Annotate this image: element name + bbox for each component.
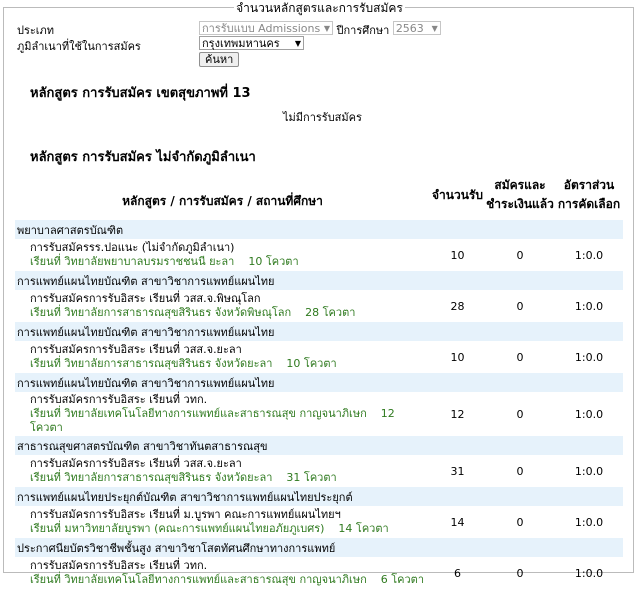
type-select[interactable]: การรับแบบ Admissions ▼ [199,21,333,35]
header-ratio: อัตราส่วนการคัดเลือก [557,178,621,211]
table-group-row: การแพทย์แผนไทยบัณฑิต สาขาวิชาการแพทย์แผน… [15,271,623,290]
program-group-label: การแพทย์แผนไทยบัณฑิต สาขาวิชาการแพทย์แผน… [15,322,623,341]
applied-value: 0 [516,407,524,421]
chevron-down-icon: ▼ [294,39,301,48]
region-select[interactable]: กรุงเทพมหานคร ▼ [199,36,304,50]
ratio-value: 1:0.0 [574,515,604,529]
admission-name: การรับสมัครรร.ปอแนะ (ไม่จำกัดภูมิลำเนา) [30,241,235,254]
table-group-row: พยาบาลศาสตรบัณฑิต [15,220,623,239]
ratio-value: 1:0.0 [574,299,604,313]
applied-value: 0 [516,350,524,364]
admission-name: การรับสมัครการรับอิสระ เรียนที่ วสส.จ.พิ… [30,292,261,305]
study-place: เรียนที่ วิทยาลัยการสาธารณสุขสิรินธร จัง… [30,357,273,370]
study-place: เรียนที่ วิทยาลัยเทคโนโลยีทางการแพทย์และ… [30,407,367,420]
applied-value: 0 [516,515,524,529]
table-group-row: ประกาศนียบัตรวิชาชีพชั้นสูง สาขาวิชาโสตท… [15,538,623,557]
quota-text: 6 โควตา [380,573,424,586]
program-group-label: ประกาศนียบัตรวิชาชีพชั้นสูง สาขาวิชาโสตท… [15,538,623,557]
table-row: การรับสมัครการรับอิสระ เรียนที่ วทก. เรีย… [15,392,623,436]
table-body: พยาบาลศาสตรบัณฑิต การรับสมัครรร.ปอแนะ (ไม… [15,220,623,589]
study-place: เรียนที่ วิทยาลัยการสาธารณสุขสิรินธร จัง… [30,471,273,484]
quota-text: 14 โควตา [338,522,389,535]
table-group-row: การแพทย์แผนไทยบัณฑิต สาขาวิชาการแพทย์แผน… [15,322,623,341]
table-group-row: สาธารณสุขศาสตรบัณฑิต สาขาวิชาทันตสาธารณส… [15,436,623,455]
quota-text: 31 โควตา [286,471,337,484]
header-applied: สมัครและชำระเงินแล้ว [486,178,554,211]
year-label: ปีการศึกษา [336,24,390,37]
program-group-label: สาธารณสุขศาสตรบัณฑิต สาขาวิชาทันตสาธารณส… [15,436,623,455]
table-row: การรับสมัครการรับอิสระ เรียนที่ วทก. เรีย… [15,557,623,589]
program-group-label: การแพทย์แผนไทยบัณฑิต สาขาวิชาการแพทย์แผน… [15,271,623,290]
program-group-label: การแพทย์แผนไทยบัณฑิต สาขาวิชาการแพทย์แผน… [15,373,623,392]
section-title-region13: หลักสูตร การรับสมัคร เขตสุขภาพที่ 13 [30,86,251,101]
program-group-label: การแพทย์แผนไทยประยุกต์บัณฑิต สาขาวิชาการ… [15,487,623,506]
quota-text: 28 โควตา [305,306,356,319]
fieldset-legend: จำนวนหลักสูตรและการรับสมัคร [234,1,405,15]
applied-value: 0 [516,464,524,478]
program-table: หลักสูตร / การรับสมัคร / สถานที่ศึกษา จำ… [15,170,623,589]
study-place: เรียนที่ มหาวิทยาลัยบูรพา (คณะการแพทย์แผ… [30,522,325,535]
quota-value: 10 [450,350,465,364]
study-place: เรียนที่ วิทยาลัยการสาธารณสุขสิรินธร จัง… [30,306,292,319]
quota-value: 31 [450,464,465,478]
table-row: การรับสมัครการรับอิสระ เรียนที่ วสส.จ.ยะ… [15,341,623,373]
table-row: การรับสมัครรร.ปอแนะ (ไม่จำกัดภูมิลำเนา) เ… [15,239,623,271]
chevron-down-icon: ▼ [323,24,330,33]
applied-value: 0 [516,566,524,580]
applied-value: 0 [516,299,524,313]
chevron-down-icon: ▼ [431,24,438,33]
ratio-value: 1:0.0 [574,566,604,580]
header-quota: จำนวนรับ [432,187,483,202]
admission-name: การรับสมัครการรับอิสระ เรียนที่ วทก. [30,559,208,572]
table-group-row: การแพทย์แผนไทยประยุกต์บัณฑิต สาขาวิชาการ… [15,487,623,506]
ratio-value: 1:0.0 [574,407,604,421]
ratio-value: 1:0.0 [574,248,604,262]
study-place: เรียนที่ วิทยาลัยเทคโนโลยีทางการแพทย์และ… [30,573,367,586]
study-place: เรียนที่ วิทยาลัยพยาบาลบรมราชชนนี ยะลา [30,255,235,268]
table-row: การรับสมัครการรับอิสระ เรียนที่ วสส.จ.พิ… [15,290,623,322]
ratio-value: 1:0.0 [574,464,604,478]
quota-value: 12 [450,407,465,421]
quota-text: 10 โควตา [248,255,299,268]
quota-value: 6 [454,566,461,580]
quota-value: 28 [450,299,465,313]
program-group-label: พยาบาลศาสตรบัณฑิต [15,220,623,239]
region-label: ภูมิลำเนาที่ใช้ในการสมัคร [17,40,141,53]
search-button[interactable]: ค้นหา [199,52,240,67]
table-row: การรับสมัครการรับอิสระ เรียนที่ วสส.จ.ยะ… [15,455,623,487]
header-program: หลักสูตร / การรับสมัคร / สถานที่ศึกษา [122,194,323,208]
quota-text: 10 โควตา [286,357,337,370]
admission-name: การรับสมัครการรับอิสระ เรียนที่ วสส.จ.ยะ… [30,457,242,470]
no-admission-text: ไม่มีการรับสมัคร [283,111,362,124]
section-title-unrestricted: หลักสูตร การรับสมัคร ไม่จำกัดภูมิลำเนา [30,150,256,165]
ratio-value: 1:0.0 [574,350,604,364]
quota-value: 14 [450,515,465,529]
table-group-row: การแพทย์แผนไทยบัณฑิต สาขาวิชาการแพทย์แผน… [15,373,623,392]
admission-name: การรับสมัครการรับอิสระ เรียนที่ วทก. [30,393,208,406]
admission-name: การรับสมัครการรับอิสระ เรียนที่ ม.บูรพา … [30,508,341,521]
admission-name: การรับสมัครการรับอิสระ เรียนที่ วสส.จ.ยะ… [30,343,242,356]
year-select[interactable]: 2563 ▼ [392,21,441,35]
applied-value: 0 [516,248,524,262]
table-row: การรับสมัครการรับอิสระ เรียนที่ ม.บูรพา … [15,506,623,538]
quota-value: 10 [450,248,465,262]
